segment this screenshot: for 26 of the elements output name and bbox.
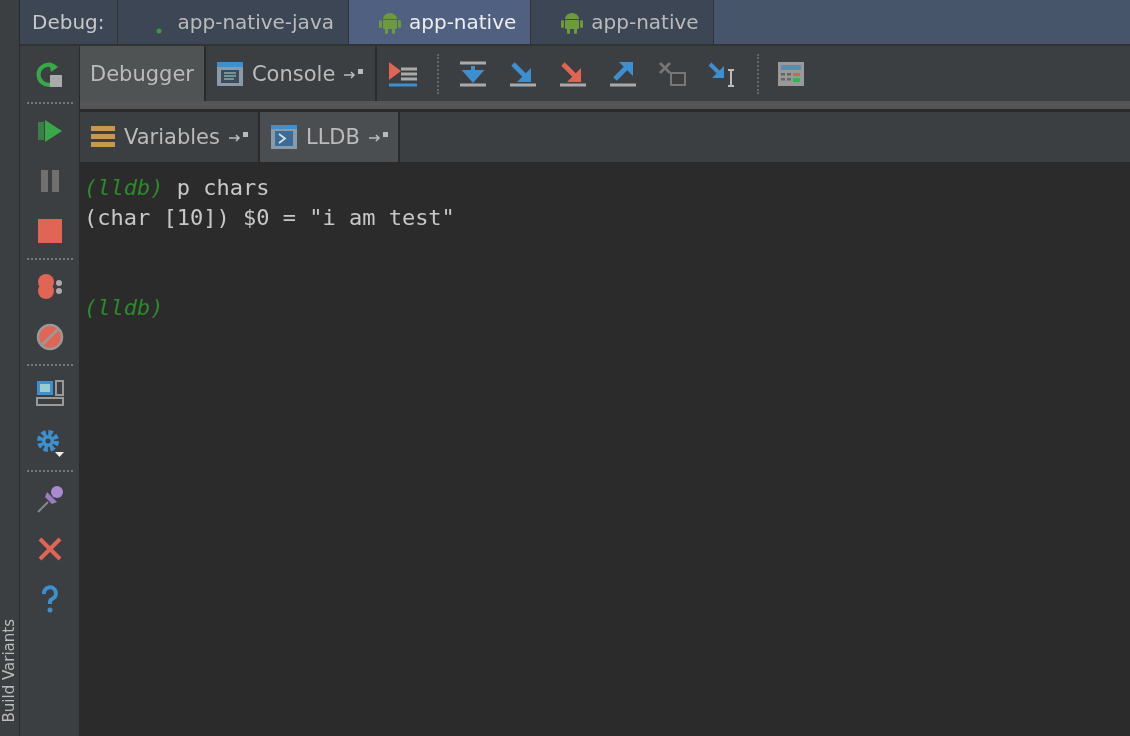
calculator-icon[interactable] (777, 60, 806, 87)
debug-session-tab[interactable]: app-native-java (117, 0, 349, 44)
console-icon (215, 60, 244, 87)
dot-icon (155, 28, 162, 34)
lldb-prompt: (lldb) (84, 295, 164, 320)
console-output-line: (char [10]) $0 = "i am test" (84, 205, 455, 230)
show-execution-point-icon[interactable] (387, 59, 420, 88)
android-icon (561, 10, 584, 34)
session-tab[interactable]: LLDB (259, 112, 400, 162)
pin-tab-icon[interactable] (367, 131, 390, 143)
pin-tab-icon[interactable] (343, 67, 366, 80)
debug-session-tab[interactable]: app-native (349, 0, 532, 44)
build-variants-tab[interactable]: Build Variants (0, 618, 18, 722)
list-icon (90, 124, 116, 150)
pin-tab-icon[interactable] (227, 131, 250, 143)
layout-icon[interactable] (34, 378, 65, 408)
mute-breakpoints-icon[interactable] (34, 322, 65, 352)
console-command: p chars (176, 175, 270, 200)
debug-session-tab[interactable]: app-native (531, 0, 714, 44)
debugger-tab[interactable]: Debugger (80, 46, 206, 101)
android-icon (379, 10, 401, 34)
settings-icon[interactable] (34, 428, 65, 458)
debug-label: Debug: (20, 0, 118, 44)
terminal-icon (269, 124, 298, 150)
lldb-prompt: (lldb) (84, 175, 164, 200)
rerun-icon[interactable] (34, 60, 65, 90)
